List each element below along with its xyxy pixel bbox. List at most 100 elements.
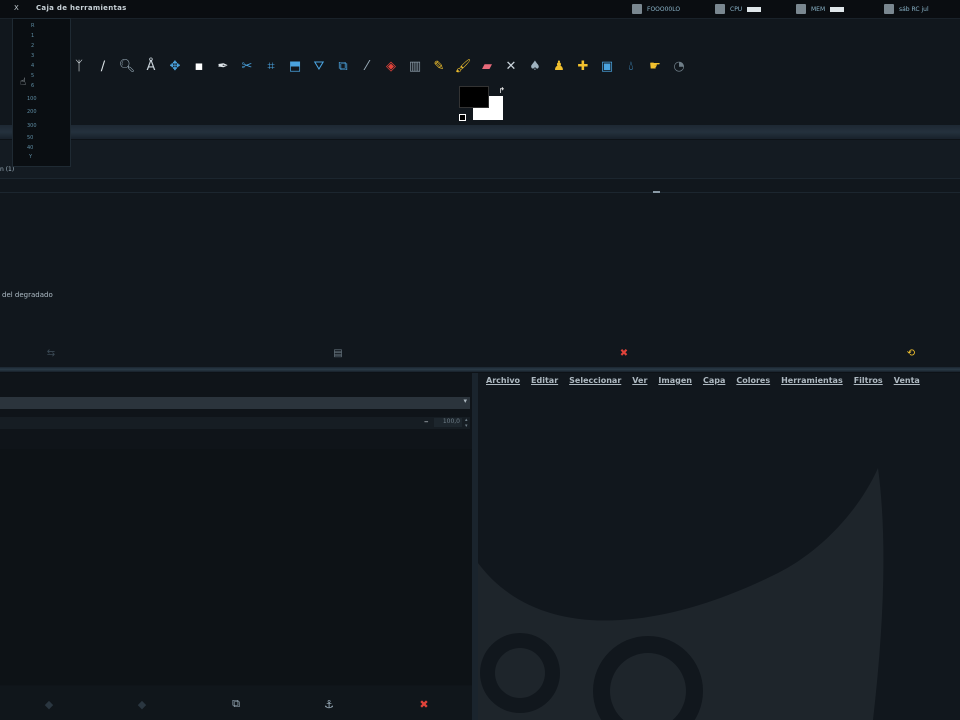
- wilber-watermark: [478, 468, 884, 720]
- reset-icon[interactable]: ⟲: [904, 346, 918, 360]
- fg-bg-color-selector[interactable]: ↱: [459, 86, 505, 122]
- horizontal-splitter[interactable]: [0, 367, 960, 372]
- blur-icon[interactable]: 💧︎: [622, 57, 640, 75]
- options-header: [0, 140, 960, 179]
- cpu-icon: [715, 4, 725, 14]
- layers-button-bar: ◆ ◆ ⧉ ⚓ ✖: [0, 686, 472, 720]
- memory-meter: [830, 6, 845, 12]
- toolbox-panel: ᛉ ∕ 🔍︎ Å ✥ ▪ ✒ ✂ ⌗ ⬒ ⛛ ⧉ ⁄ ◈ ▥ ✎ 🖌︎ ▰ ✕ …: [0, 19, 960, 127]
- blend-icon[interactable]: ▥: [406, 57, 424, 75]
- flip-icon[interactable]: ⧉: [334, 57, 352, 75]
- memory-icon: [796, 4, 806, 14]
- tray-cpu[interactable]: CPU: [715, 3, 762, 15]
- airbrush-icon[interactable]: ✕: [502, 57, 520, 75]
- bucket-fill-icon[interactable]: ◈: [382, 57, 400, 75]
- paths-icon[interactable]: ∕: [94, 57, 112, 75]
- chevron-down-icon[interactable]: ▾: [463, 397, 467, 405]
- measure-icon[interactable]: Å: [142, 57, 160, 75]
- document-icon: [632, 4, 642, 14]
- tray-clock[interactable]: sáb RC jul: [884, 3, 929, 15]
- close-window-button[interactable]: X: [14, 4, 19, 12]
- eraser-icon[interactable]: ▰: [478, 57, 496, 75]
- resize-handle[interactable]: [653, 191, 660, 193]
- menu-herramientas[interactable]: Herramientas: [781, 376, 843, 390]
- layers-dock: ▾ – 100,0 ▴ ▾ ◆ ◆ ⧉ ⚓ ✖: [0, 373, 475, 720]
- brush-size-dropdown[interactable]: R 1 2 3 4 5 6 100 200 300 50 40 Y ☝: [12, 18, 71, 167]
- mode-select[interactable]: ▾: [0, 397, 470, 409]
- options-label: n (1): [0, 166, 15, 173]
- menu-seleccionar[interactable]: Seleccionar: [569, 376, 621, 390]
- dropdown-item[interactable]: 50: [27, 135, 84, 145]
- menu-capa[interactable]: Capa: [703, 376, 725, 390]
- dropdown-item[interactable]: 100: [27, 96, 84, 106]
- foreground-color[interactable]: [459, 86, 489, 108]
- tray-clock-label: sáb RC jul: [899, 5, 929, 13]
- options-divider: [0, 192, 960, 193]
- dropdown-item[interactable]: 6: [31, 83, 88, 93]
- dropdown-item[interactable]: 2: [31, 43, 88, 53]
- tool-row: ᛉ ∕ 🔍︎ Å ✥ ▪ ✒ ✂ ⌗ ⬒ ⛛ ⧉ ⁄ ◈ ▥ ✎ 🖌︎ ▰ ✕ …: [70, 57, 688, 75]
- move-icon[interactable]: ✥: [166, 57, 184, 75]
- tray-memory[interactable]: MEM: [796, 3, 845, 15]
- color-picker-icon[interactable]: ✒: [214, 57, 232, 75]
- dropdown-item[interactable]: 300: [27, 123, 84, 133]
- tray-cpu-label: CPU: [730, 5, 743, 13]
- menu-archivo[interactable]: Archivo: [486, 376, 520, 390]
- dodge-icon[interactable]: ◔: [670, 57, 688, 75]
- tray-document[interactable]: FOOO00LO: [632, 3, 680, 15]
- dropdown-item[interactable]: 5: [31, 73, 88, 83]
- opacity-spinner[interactable]: ▴ ▾: [465, 417, 468, 429]
- reset-colors-icon[interactable]: [459, 114, 467, 122]
- rect-icon[interactable]: ▪: [190, 57, 208, 75]
- menu-ventanas[interactable]: Venta: [894, 376, 920, 390]
- duplicate-layer-icon[interactable]: ⧉: [228, 696, 244, 712]
- opacity-row: – 100,0 ▴ ▾: [0, 417, 470, 429]
- opacity-minus-icon[interactable]: –: [424, 417, 429, 427]
- menu-ver[interactable]: Ver: [632, 376, 647, 390]
- image-window: Archivo Editar Seleccionar Ver Imagen Ca…: [478, 373, 960, 720]
- smudge-icon[interactable]: ☛: [646, 57, 664, 75]
- perspective-icon[interactable]: ⛛: [310, 57, 328, 75]
- restore-preset-icon[interactable]: ▤: [331, 346, 345, 360]
- save-preset-icon[interactable]: ⇆: [44, 346, 58, 360]
- dropdown-item[interactable]: 3: [31, 53, 88, 63]
- delete-preset-icon[interactable]: ✖: [617, 346, 631, 360]
- cpu-meter: [747, 6, 762, 12]
- image-menubar: Archivo Editar Seleccionar Ver Imagen Ca…: [478, 376, 960, 390]
- tray-memory-label: MEM: [811, 5, 826, 13]
- ink-icon[interactable]: ♠: [526, 57, 544, 75]
- text-icon[interactable]: ⁄: [358, 57, 376, 75]
- gradient-label: del degradado: [2, 291, 53, 299]
- heal-icon[interactable]: ✚: [574, 57, 592, 75]
- window-title: Caja de herramientas: [36, 4, 127, 12]
- pencil-icon[interactable]: ✎: [430, 57, 448, 75]
- anchor-icon[interactable]: ⚓: [321, 696, 337, 712]
- tray-document-label: FOOO00LO: [647, 5, 681, 13]
- swap-colors-icon[interactable]: ↱: [498, 86, 505, 95]
- dropdown-item[interactable]: R: [31, 23, 88, 33]
- raise-layer-icon[interactable]: ◆: [134, 696, 150, 712]
- layers-list[interactable]: [0, 449, 472, 685]
- dropdown-item[interactable]: 4: [31, 63, 88, 73]
- menu-editar[interactable]: Editar: [531, 376, 558, 390]
- zoom-icon[interactable]: 🔍︎: [118, 57, 136, 75]
- top-taskbar: X Caja de herramientas FOOO00LO CPU MEM …: [0, 0, 960, 19]
- rotate-icon[interactable]: ⬒: [286, 57, 304, 75]
- mouse-cursor-icon: ☝: [20, 77, 27, 88]
- dropdown-item[interactable]: 200: [27, 109, 84, 119]
- scissors-icon[interactable]: ✂: [238, 57, 256, 75]
- paintbrush-icon[interactable]: 🖌︎: [454, 57, 472, 75]
- menu-filtros[interactable]: Filtros: [854, 376, 883, 390]
- delete-layer-icon[interactable]: ✖: [416, 696, 432, 712]
- menu-imagen[interactable]: Imagen: [658, 376, 692, 390]
- new-layer-icon[interactable]: ◆: [41, 696, 57, 712]
- menu-colores[interactable]: Colores: [736, 376, 770, 390]
- perspective-clone-icon[interactable]: ▣: [598, 57, 616, 75]
- opacity-value[interactable]: 100,0: [434, 418, 462, 427]
- clone-icon[interactable]: ♟: [550, 57, 568, 75]
- crop-icon[interactable]: ⌗: [262, 57, 280, 75]
- dropdown-item[interactable]: Y: [29, 154, 86, 164]
- dropdown-item[interactable]: 1: [31, 33, 88, 43]
- clock-icon: [884, 4, 894, 14]
- panel-separator[interactable]: [0, 125, 960, 139]
